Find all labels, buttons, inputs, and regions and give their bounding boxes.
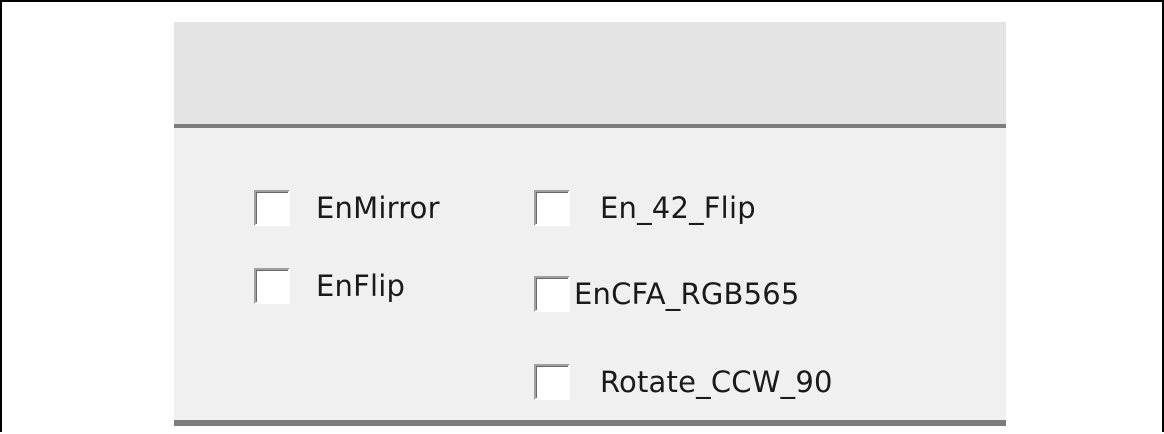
checkbox-box[interactable] bbox=[534, 364, 570, 400]
checkbox-label: En_42_Flip bbox=[600, 191, 756, 225]
checkbox-box[interactable] bbox=[534, 276, 570, 312]
checkbox-box[interactable] bbox=[534, 190, 570, 226]
checkbox-label: Rotate_CCW_90 bbox=[600, 365, 833, 399]
checkbox-label: EnFlip bbox=[316, 269, 406, 303]
window-frame: EnMirror En_42_Flip EnFlip EnCFA_RGB565 … bbox=[0, 0, 1164, 432]
panel-bottom-border bbox=[174, 420, 1006, 426]
checkbox-en-42-flip[interactable]: En_42_Flip bbox=[534, 190, 756, 226]
panel-header bbox=[174, 22, 1006, 124]
checkbox-enflip[interactable]: EnFlip bbox=[254, 268, 405, 304]
checkbox-encfa-rgb565[interactable]: EnCFA_RGB565 bbox=[534, 276, 800, 312]
checkbox-box[interactable] bbox=[254, 268, 290, 304]
checkbox-rotate-ccw-90[interactable]: Rotate_CCW_90 bbox=[534, 364, 833, 400]
checkbox-box[interactable] bbox=[254, 190, 290, 226]
checkbox-label: EnMirror bbox=[316, 191, 440, 225]
checkbox-enmirror[interactable]: EnMirror bbox=[254, 190, 440, 226]
checkbox-label: EnCFA_RGB565 bbox=[574, 277, 800, 311]
